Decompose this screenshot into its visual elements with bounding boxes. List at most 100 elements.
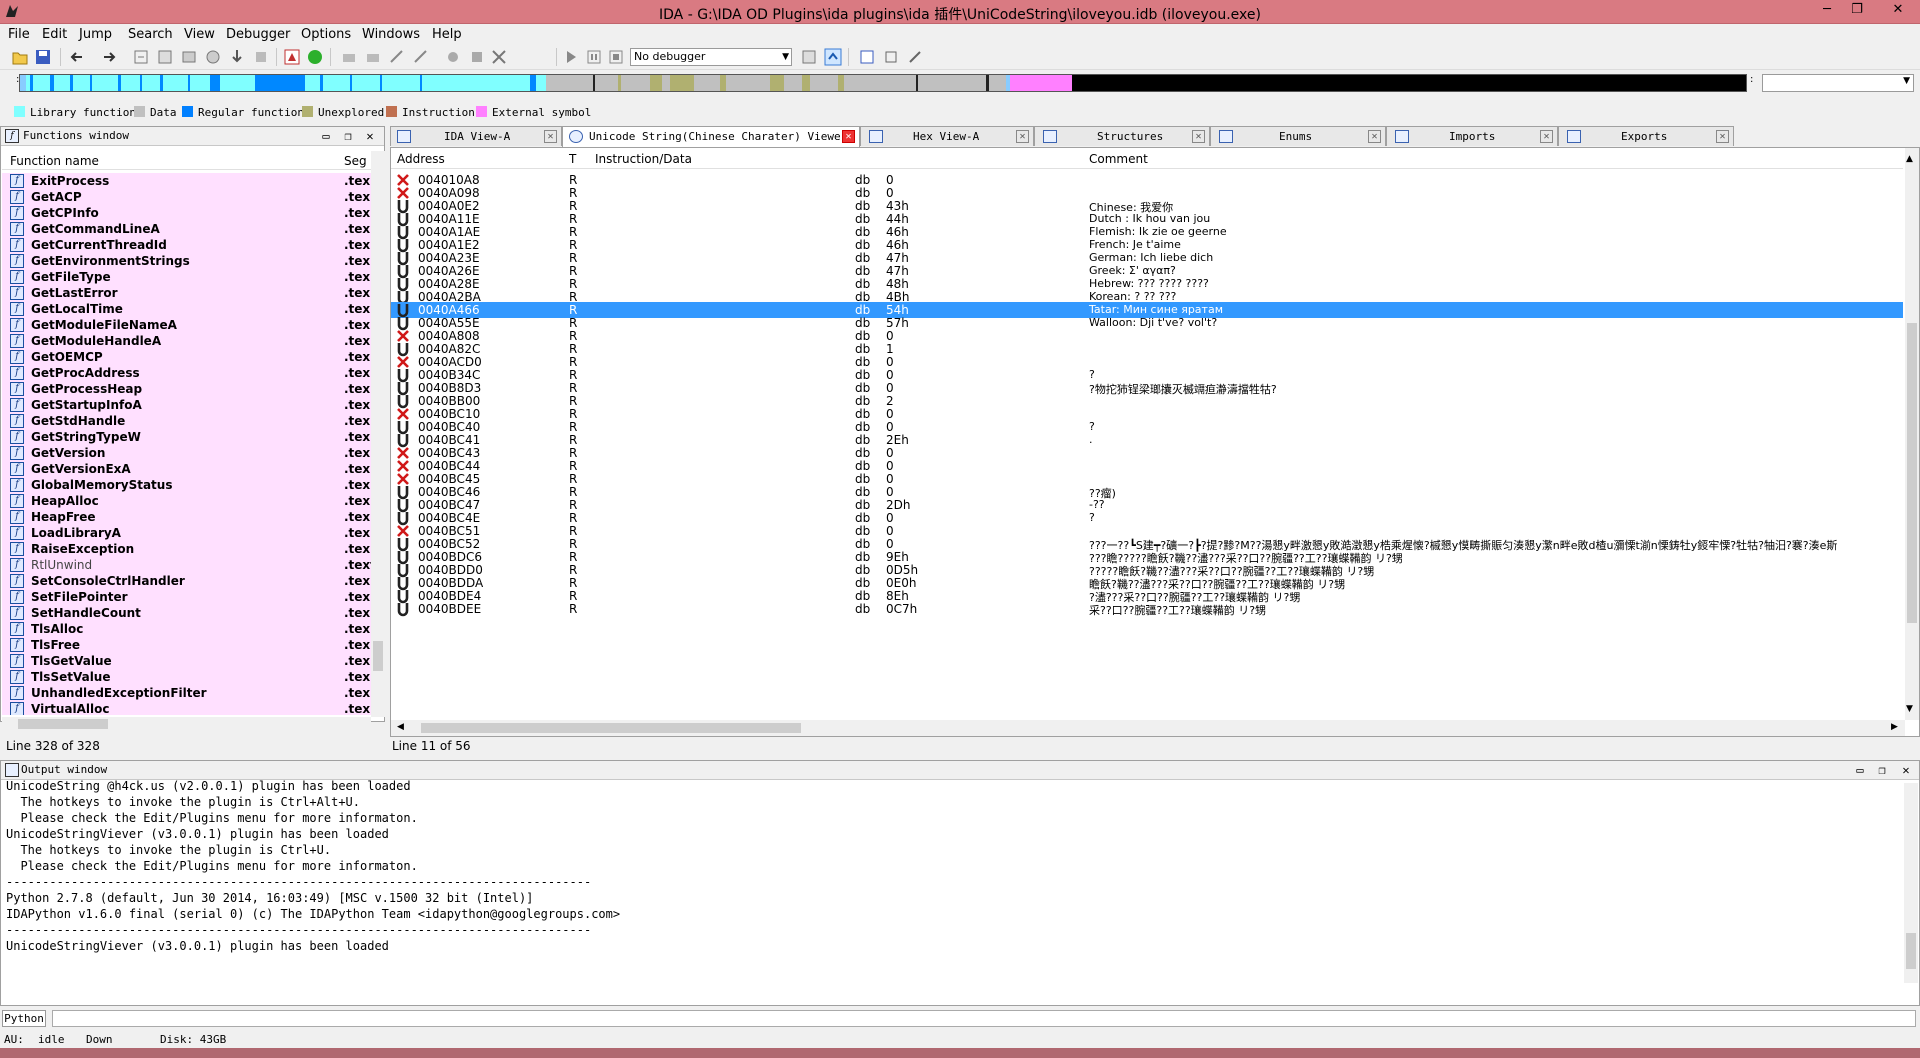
viewer-horizontal-scrollbar[interactable]: ◀ ▶ xyxy=(391,720,1905,736)
debugger-select[interactable]: No debugger ▼ xyxy=(630,48,792,66)
tab-unicode-string-viewer[interactable]: Unicode String(Chinese Charater) Viewer!… xyxy=(562,126,860,147)
function-row[interactable]: f GetFileType .tex xyxy=(2,269,373,285)
tab-hex-view-a[interactable]: Hex View-A ✕ xyxy=(860,126,1034,146)
col-instruction-data[interactable]: Instruction/Data xyxy=(595,152,692,166)
function-row[interactable]: f TlsFree .tex xyxy=(2,637,373,653)
save-icon[interactable] xyxy=(34,48,52,66)
tool-icon-2[interactable] xyxy=(364,48,382,66)
struct-icon[interactable] xyxy=(180,48,198,66)
scroll-down-icon[interactable]: ▼ xyxy=(1906,704,1913,714)
sync-icon[interactable] xyxy=(824,48,842,66)
panel-float-icon[interactable]: ❐ xyxy=(1873,761,1891,779)
function-row[interactable]: f GetStdHandle .tex xyxy=(2,413,373,429)
navigation-bar[interactable] xyxy=(19,74,1747,92)
tab-exports[interactable]: Exports ✕ xyxy=(1558,126,1734,146)
graph-icon[interactable] xyxy=(283,48,301,66)
stop-icon[interactable] xyxy=(607,48,625,66)
pause-icon[interactable] xyxy=(585,48,603,66)
close-button[interactable]: ✕ xyxy=(1880,0,1916,22)
function-row[interactable]: f GetModuleFileNameA .tex xyxy=(2,317,373,333)
scroll-up-icon[interactable]: ▲ xyxy=(1906,154,1913,164)
menu-edit[interactable]: Edit xyxy=(38,24,71,45)
function-row[interactable]: f RaiseException .tex xyxy=(2,541,373,557)
panel-minimize-icon[interactable]: ▭ xyxy=(1851,761,1869,779)
tool-icon-5[interactable] xyxy=(444,48,462,66)
scroll-thumb[interactable] xyxy=(1907,323,1917,623)
tab-ida-view-a[interactable]: IDA View-A ✕ xyxy=(390,126,562,146)
tool-icon-4[interactable] xyxy=(412,48,430,66)
function-row[interactable]: f GetACP .tex xyxy=(2,189,373,205)
function-row[interactable]: f TlsGetValue .tex xyxy=(2,653,373,669)
run-green-icon[interactable] xyxy=(306,48,324,66)
tab-close-icon[interactable]: ✕ xyxy=(1368,130,1381,143)
jump-icon[interactable] xyxy=(132,48,150,66)
col-function-name[interactable]: Function name xyxy=(10,154,99,168)
scroll-left-icon[interactable]: ◀ xyxy=(397,722,404,732)
function-row[interactable]: f RtlUnwind .text xyxy=(2,557,373,573)
tab-close-icon[interactable]: ✕ xyxy=(1716,130,1729,143)
function-row[interactable]: f VirtualAlloc .tex xyxy=(2,701,373,715)
download-icon[interactable] xyxy=(228,48,246,66)
menu-file[interactable]: File xyxy=(4,24,34,45)
patch-icon[interactable] xyxy=(252,48,270,66)
scroll-thumb[interactable] xyxy=(421,723,801,733)
function-row[interactable]: f LoadLibraryA .tex xyxy=(2,525,373,541)
panel-close-icon[interactable]: ✕ xyxy=(361,127,379,145)
function-row[interactable]: f GetEnvironmentStrings .tex xyxy=(2,253,373,269)
start-debug-icon[interactable] xyxy=(562,48,580,66)
scroll-right-icon[interactable]: ▶ xyxy=(1891,722,1898,732)
function-row[interactable]: f HeapAlloc .tex xyxy=(2,493,373,509)
segment-select[interactable]: ▼ xyxy=(1762,74,1914,92)
function-row[interactable]: f GetStringTypeW .tex xyxy=(2,429,373,445)
menu-help[interactable]: Help xyxy=(428,24,466,45)
open-icon[interactable] xyxy=(11,48,29,66)
function-row[interactable]: f GetLastError .tex xyxy=(2,285,373,301)
col-comment[interactable]: Comment xyxy=(1089,152,1148,166)
function-row[interactable]: f GetProcAddress .tex xyxy=(2,365,373,381)
scroll-thumb[interactable] xyxy=(18,719,108,729)
function-row[interactable]: f GetCommandLineA .tex xyxy=(2,221,373,237)
debug-opt-icon[interactable] xyxy=(800,48,818,66)
tool-icon-1[interactable] xyxy=(340,48,358,66)
tab-enums[interactable]: Enums ✕ xyxy=(1210,126,1386,146)
tab-close-icon[interactable]: ✕ xyxy=(1540,130,1553,143)
enum-icon[interactable] xyxy=(204,48,222,66)
tab-structures[interactable]: Structures ✕ xyxy=(1034,126,1210,146)
function-row[interactable]: f SetFilePointer .tex xyxy=(2,589,373,605)
col-address[interactable]: Address xyxy=(397,152,445,166)
function-row[interactable]: f TlsSetValue .tex xyxy=(2,669,373,685)
function-row[interactable]: f ExitProcess .tex xyxy=(2,173,373,189)
scroll-thumb[interactable] xyxy=(1906,933,1916,969)
function-row[interactable]: f UnhandledExceptionFilter .tex xyxy=(2,685,373,701)
chart-icon[interactable] xyxy=(858,48,876,66)
function-row[interactable]: f GetStartupInfoA .tex xyxy=(2,397,373,413)
menu-debugger[interactable]: Debugger xyxy=(222,24,294,45)
function-row[interactable]: f GetModuleHandleA .tex xyxy=(2,333,373,349)
cancel-icon[interactable] xyxy=(490,48,508,66)
restore-button[interactable]: ❐ xyxy=(1842,0,1872,22)
panel-float-icon[interactable]: ❐ xyxy=(339,127,357,145)
menu-search[interactable]: Search xyxy=(124,24,177,45)
function-row[interactable]: f SetConsoleCtrlHandler .tex xyxy=(2,573,373,589)
functions-vertical-scrollbar[interactable] xyxy=(371,151,385,717)
tab-close-icon[interactable]: ✕ xyxy=(544,130,557,143)
tool-icon-3[interactable] xyxy=(388,48,406,66)
function-row[interactable]: f TlsAlloc .tex xyxy=(2,621,373,637)
col-type[interactable]: T xyxy=(569,152,576,166)
minimize-button[interactable]: ─ xyxy=(1812,0,1842,22)
forward-icon[interactable] xyxy=(100,48,118,66)
tab-imports[interactable]: Imports ✕ xyxy=(1386,126,1558,146)
tab-close-icon[interactable]: ✕ xyxy=(1016,130,1029,143)
function-row[interactable]: f GetOEMCP .tex xyxy=(2,349,373,365)
menu-view[interactable]: View xyxy=(180,24,219,45)
function-row[interactable]: f HeapFree .tex xyxy=(2,509,373,525)
output-vertical-scrollbar[interactable] xyxy=(1904,783,1918,983)
function-row[interactable]: f GetProcessHeap .tex xyxy=(2,381,373,397)
function-row[interactable]: f GetLocalTime .tex xyxy=(2,301,373,317)
menu-options[interactable]: Options xyxy=(297,24,355,45)
panel-minimize-icon[interactable]: ▭ xyxy=(317,127,335,145)
function-row[interactable]: f GetCurrentThreadId .tex xyxy=(2,237,373,253)
tab-close-icon[interactable]: ✕ xyxy=(1192,130,1205,143)
scroll-thumb[interactable] xyxy=(373,641,383,671)
function-row[interactable]: f GlobalMemoryStatus .tex xyxy=(2,477,373,493)
